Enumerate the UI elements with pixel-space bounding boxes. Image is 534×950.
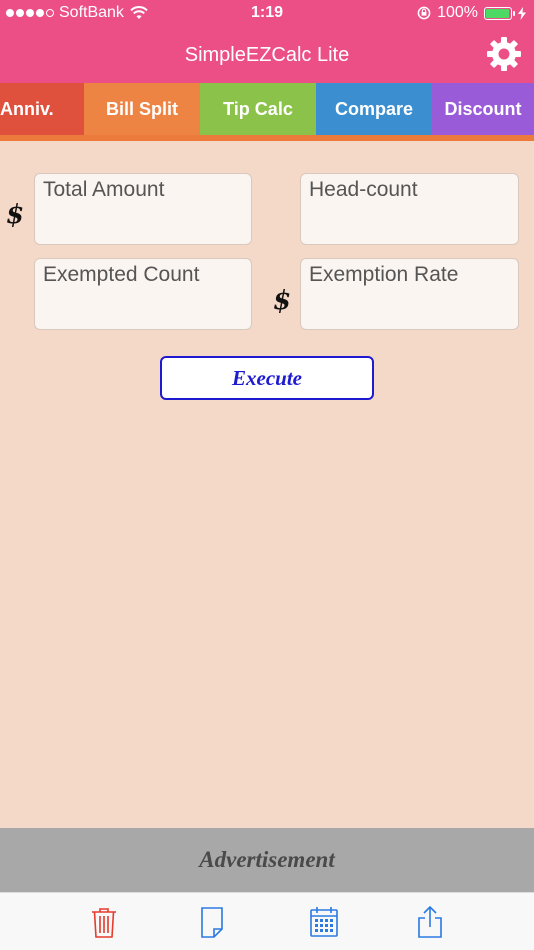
advertisement-banner[interactable]: Advertisement [0,828,534,892]
head-count-field[interactable]: Head-count [300,173,519,245]
calendar-icon[interactable] [308,905,340,939]
trash-icon[interactable] [88,905,120,939]
charging-bolt-icon [518,6,526,20]
execute-button[interactable]: Execute [160,356,374,400]
share-icon[interactable] [414,905,446,939]
tab-discount[interactable]: Discount [432,83,534,135]
currency-symbol: $ [273,286,292,316]
tab-bill-split[interactable]: Bill Split [84,83,200,135]
tab-bar: Anniv. Bill Split Tip Calc Compare Disco… [0,83,534,135]
active-tab-indicator [0,135,534,141]
battery-icon [484,6,515,20]
tab-tip-calc[interactable]: Tip Calc [200,83,316,135]
tab-compare[interactable]: Compare [316,83,432,135]
status-bar: SoftBank 1:19 100% [0,0,534,28]
app-title: SimpleEZCalc Lite [184,44,350,66]
total-amount-field[interactable]: Total Amount [34,173,252,245]
bottom-toolbar [0,892,534,950]
tab-anniv[interactable]: Anniv. [0,83,84,135]
nav-bar: SimpleEZCalc Lite [0,28,534,83]
exempted-count-field[interactable]: Exempted Count [34,258,252,330]
gear-icon[interactable] [484,34,524,74]
battery-percent: 100% [437,4,478,21]
exemption-rate-field[interactable]: Exemption Rate [300,258,519,330]
orientation-lock-icon [417,6,431,20]
document-icon[interactable] [196,905,228,939]
currency-symbol: $ [6,200,25,230]
